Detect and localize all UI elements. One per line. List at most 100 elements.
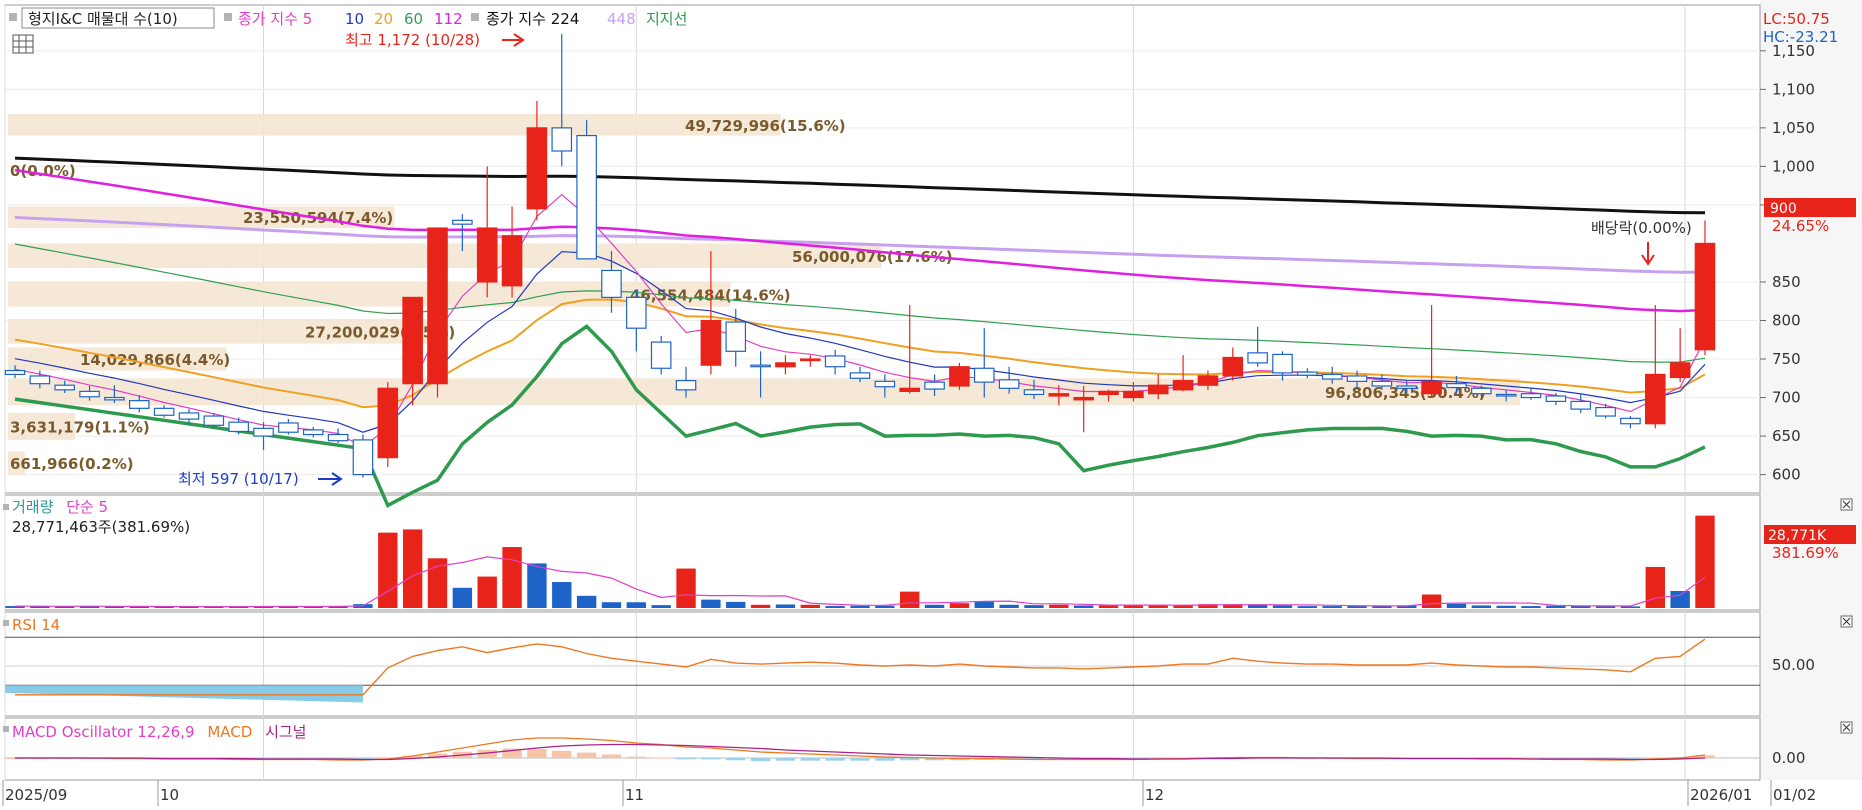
last-price-value: 900 bbox=[1770, 201, 1797, 217]
macd-osc-bar bbox=[850, 758, 870, 761]
candle-down bbox=[725, 321, 747, 352]
candle-down bbox=[4, 369, 26, 376]
profile-label: 49,729,996(15.6%) bbox=[685, 117, 846, 135]
volume-bar bbox=[1521, 606, 1541, 608]
volume-bar bbox=[1620, 606, 1641, 608]
macd-osc-bar bbox=[552, 750, 572, 758]
title-text: 형지I&C 매물대 수(10) bbox=[28, 10, 178, 28]
profile-bar bbox=[8, 281, 731, 307]
candle-up bbox=[899, 387, 920, 392]
candle-down bbox=[1446, 383, 1467, 389]
table-grid-icon[interactable] bbox=[12, 34, 34, 54]
volume-close-icon[interactable] bbox=[1840, 498, 1853, 511]
macd-level-label: 0.00 bbox=[1772, 749, 1805, 767]
macd-osc-bar bbox=[750, 758, 771, 762]
candle-down bbox=[824, 355, 846, 368]
candle-down bbox=[253, 427, 274, 437]
volume-bar bbox=[1670, 591, 1690, 608]
candle-up bbox=[1073, 396, 1094, 401]
volume-bar bbox=[825, 606, 845, 608]
candle-down bbox=[79, 390, 100, 398]
macd-osc-bar bbox=[800, 758, 820, 761]
candle-up bbox=[700, 319, 722, 366]
candle-down bbox=[153, 407, 175, 416]
candle-up bbox=[1172, 379, 1194, 391]
volume-bar bbox=[900, 591, 920, 608]
candle-down bbox=[675, 379, 697, 391]
candle-down bbox=[576, 134, 597, 260]
candle-down bbox=[352, 439, 374, 476]
price-tick-label: 750 bbox=[1772, 350, 1801, 368]
legend-ma60: 60 bbox=[404, 10, 423, 28]
settings-square-icon[interactable] bbox=[9, 13, 17, 21]
volume-bar bbox=[1496, 605, 1516, 608]
legend-support: 지지선 bbox=[646, 10, 687, 28]
candle-down bbox=[650, 341, 672, 369]
candle-up bbox=[1669, 362, 1691, 379]
legend-ma2-label: 종가 지수 224 bbox=[486, 10, 579, 28]
volume-bar bbox=[775, 604, 796, 608]
candle-up bbox=[501, 235, 523, 287]
candle-down bbox=[1471, 387, 1492, 395]
macd-close-icon[interactable] bbox=[1840, 721, 1853, 734]
candle-up bbox=[1098, 390, 1119, 396]
volume-value: 28,771,463주(381.69%) bbox=[12, 518, 190, 536]
date-tick-label: 10 bbox=[160, 786, 179, 804]
macd-osc-bar bbox=[900, 758, 920, 761]
volume-bar bbox=[701, 599, 721, 608]
legend-square-icon bbox=[224, 13, 232, 21]
volume-bar bbox=[676, 568, 696, 608]
candle-down bbox=[973, 367, 995, 383]
candle-down bbox=[203, 415, 225, 426]
volume-bar bbox=[1446, 603, 1467, 608]
volume-tag-pct: 381.69% bbox=[1772, 544, 1839, 562]
macd-osc-bar bbox=[527, 749, 547, 758]
price-tick-label: 1,000 bbox=[1772, 157, 1815, 175]
macd-osc-bar bbox=[775, 758, 796, 761]
price-tick-label: 850 bbox=[1772, 273, 1801, 291]
rsi-panel-icon bbox=[3, 620, 9, 626]
hc-indicator: HC:-23.21 bbox=[1763, 28, 1838, 46]
candle-down bbox=[1396, 385, 1418, 389]
candle-down bbox=[601, 269, 622, 298]
ex-dividend-label: 배당락(0.00%) bbox=[1591, 219, 1692, 237]
volume-bar bbox=[875, 605, 895, 608]
volume-bar bbox=[1272, 605, 1293, 608]
candle-down bbox=[1595, 406, 1616, 417]
volume-bar bbox=[402, 529, 423, 608]
candle-down bbox=[1321, 373, 1343, 380]
macd-osc-bar bbox=[676, 758, 696, 760]
candle-up bbox=[427, 227, 448, 385]
candle-up bbox=[1048, 393, 1070, 397]
volume-bar bbox=[1347, 606, 1367, 608]
volume-bar bbox=[949, 603, 970, 608]
volume-bar bbox=[601, 602, 622, 608]
rsi-title: RSI 14 bbox=[12, 616, 60, 634]
candle-down bbox=[1520, 393, 1542, 399]
rsi-close-icon[interactable] bbox=[1840, 615, 1853, 628]
volume-bar bbox=[1695, 515, 1715, 608]
volume-bar bbox=[1173, 605, 1193, 608]
volume-bar bbox=[850, 605, 870, 608]
candle-down bbox=[128, 400, 150, 409]
macd-osc-bar bbox=[576, 752, 597, 758]
volume-bar bbox=[502, 547, 522, 608]
candle-down bbox=[874, 380, 896, 388]
candle-down bbox=[1545, 395, 1567, 402]
volume-title: 거래량 bbox=[12, 498, 54, 516]
candle-up bbox=[1197, 375, 1219, 386]
volume-bar bbox=[1024, 605, 1044, 608]
last-price-pct: 24.65% bbox=[1772, 217, 1829, 235]
date-tick-label: 11 bbox=[625, 786, 644, 804]
volume-bar bbox=[750, 604, 771, 608]
candle-up bbox=[1421, 380, 1442, 395]
macd-osc-bar bbox=[701, 758, 721, 760]
volume-bar bbox=[1471, 605, 1492, 608]
volume-bar bbox=[999, 604, 1019, 608]
volume-bar bbox=[1049, 604, 1069, 608]
legend-square-icon-2 bbox=[471, 13, 479, 21]
candle-down bbox=[302, 429, 324, 436]
price-tick-label: 800 bbox=[1772, 311, 1801, 329]
volume-bar bbox=[1073, 605, 1094, 608]
date-tick-label: 12 bbox=[1145, 786, 1164, 804]
